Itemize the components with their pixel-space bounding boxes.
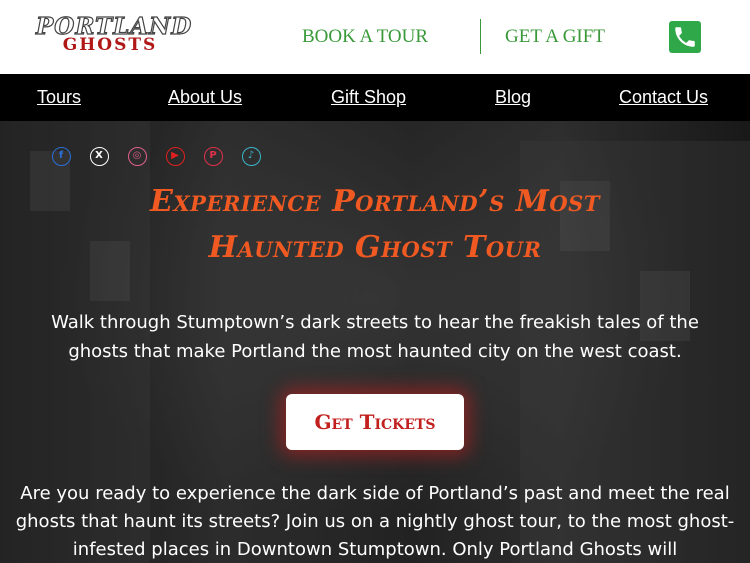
logo-line-ghosts: GHOSTS (62, 35, 158, 55)
header-divider (480, 19, 481, 54)
hero-headline: Experience Portland’s Most Haunted Ghost… (0, 179, 750, 271)
x-icon[interactable]: X (90, 147, 109, 166)
main-nav: Tours About Us Gift Shop Blog Contact Us (0, 74, 750, 121)
hero-section: f X ◎ ▶ P ♪ Experience Portland’s Most H… (0, 121, 750, 563)
hero-headline-line1: Experience Portland’s Most (150, 184, 600, 219)
site-header: PORTLAND GHOSTS BOOK A TOUR GET A GIFT (0, 0, 750, 74)
pinterest-icon[interactable]: P (204, 147, 223, 166)
book-a-tour-link[interactable]: BOOK A TOUR (302, 26, 428, 48)
phone-button[interactable] (669, 21, 701, 53)
get-tickets-button[interactable]: Get Tickets (286, 394, 464, 450)
hero-body-text: Are you ready to experience the dark sid… (15, 483, 735, 560)
nav-item-contact-us[interactable]: Contact Us (619, 86, 708, 108)
nav-item-blog[interactable]: Blog (495, 86, 531, 108)
get-a-gift-link[interactable]: GET A GIFT (505, 26, 605, 48)
youtube-icon[interactable]: ▶ (166, 147, 185, 166)
facebook-icon[interactable]: f (52, 147, 71, 166)
nav-item-gift-shop[interactable]: Gift Shop (331, 86, 406, 108)
instagram-icon[interactable]: ◎ (128, 147, 147, 166)
site-logo[interactable]: PORTLAND GHOSTS (35, 13, 191, 55)
hero-intro: Walk through Stumptown’s dark streets to… (51, 312, 699, 362)
hero-headline-line2: Haunted Ghost Tour (208, 230, 542, 265)
nav-item-tours[interactable]: Tours (37, 86, 81, 108)
phone-icon (675, 27, 695, 47)
nav-item-about-us[interactable]: About Us (168, 86, 242, 108)
tiktok-icon[interactable]: ♪ (242, 147, 261, 166)
